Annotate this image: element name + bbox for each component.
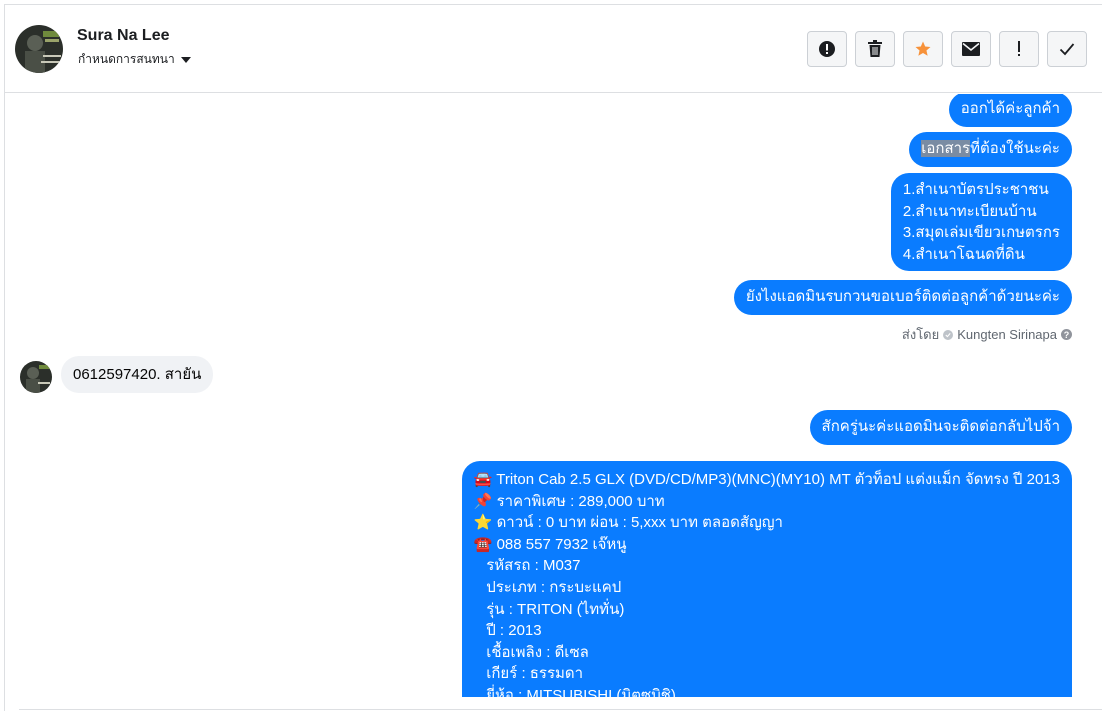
- conversation-header: Sura Na Lee กำหนดการสนทนา: [5, 5, 1102, 93]
- selected-text: เอกสาร: [921, 140, 971, 157]
- verified-check-icon: [943, 329, 954, 340]
- mark-unread-button[interactable]: [951, 31, 991, 67]
- conversation-panel: Sura Na Lee กำหนดการสนทนา ออกได้ค่ะลูกค้…: [4, 4, 1102, 711]
- message-bubble-outgoing: 1.สำเนาบัตรประชาชน 2.สำเนาทะเบียนบ้าน 3.…: [890, 173, 1072, 271]
- envelope-icon: [962, 42, 980, 56]
- follow-up-button[interactable]: [999, 31, 1039, 67]
- header-actions: [807, 31, 1087, 67]
- sent-by-name[interactable]: Kungten Sirinapa: [957, 327, 1057, 342]
- message-text: ที่ต้องใช้นะค่ะ: [970, 140, 1060, 157]
- sent-by-label: ส่งโดย: [901, 327, 940, 342]
- contact-name[interactable]: Sura Na Lee: [77, 27, 169, 45]
- conversation-schedule-label: กำหนดการสนทนา: [78, 52, 175, 66]
- message-bubble-outgoing: ยังไงแอดมินรบกวนขอเบอร์ติดต่อลูกค้าด้วยน…: [733, 280, 1072, 315]
- delete-button[interactable]: [855, 31, 895, 67]
- message-bubble-incoming: 0612597420. สายัน: [61, 356, 214, 393]
- help-icon[interactable]: ?: [1061, 329, 1072, 340]
- mark-done-button[interactable]: [1047, 31, 1087, 67]
- composer-divider: [19, 709, 1102, 710]
- message-bubble-outgoing: เอกสารที่ต้องใช้นะค่ะ: [909, 132, 1072, 167]
- conversation-schedule-dropdown[interactable]: กำหนดการสนทนา: [78, 50, 191, 69]
- star-icon: [915, 41, 931, 56]
- caret-down-icon: [180, 57, 191, 63]
- sent-by-info: ส่งโดย Kungten Sirinapa ?: [902, 324, 1072, 345]
- star-button[interactable]: [903, 31, 943, 67]
- message-thread[interactable]: ออกได้ค่ะลูกค้า เอกสารที่ต้องใช้นะค่ะ 1.…: [5, 94, 1102, 697]
- mark-spam-button[interactable]: [807, 31, 847, 67]
- exclamation-icon: [1018, 41, 1020, 56]
- message-bubble-outgoing: 🚘 Triton Cab 2.5 GLX (DVD/CD/MP3)(MNC)(M…: [461, 461, 1072, 697]
- message-bubble-outgoing: ออกได้ค่ะลูกค้า: [948, 94, 1072, 127]
- contact-avatar[interactable]: [15, 25, 63, 73]
- checkmark-icon: [1059, 43, 1075, 56]
- exclamation-circle-icon: [819, 41, 835, 57]
- message-bubble-outgoing: สักครู่นะค่ะแอดมินจะติดต่อกลับไปจ้า: [809, 410, 1072, 445]
- sender-avatar[interactable]: [20, 361, 52, 393]
- trash-icon: [868, 40, 882, 57]
